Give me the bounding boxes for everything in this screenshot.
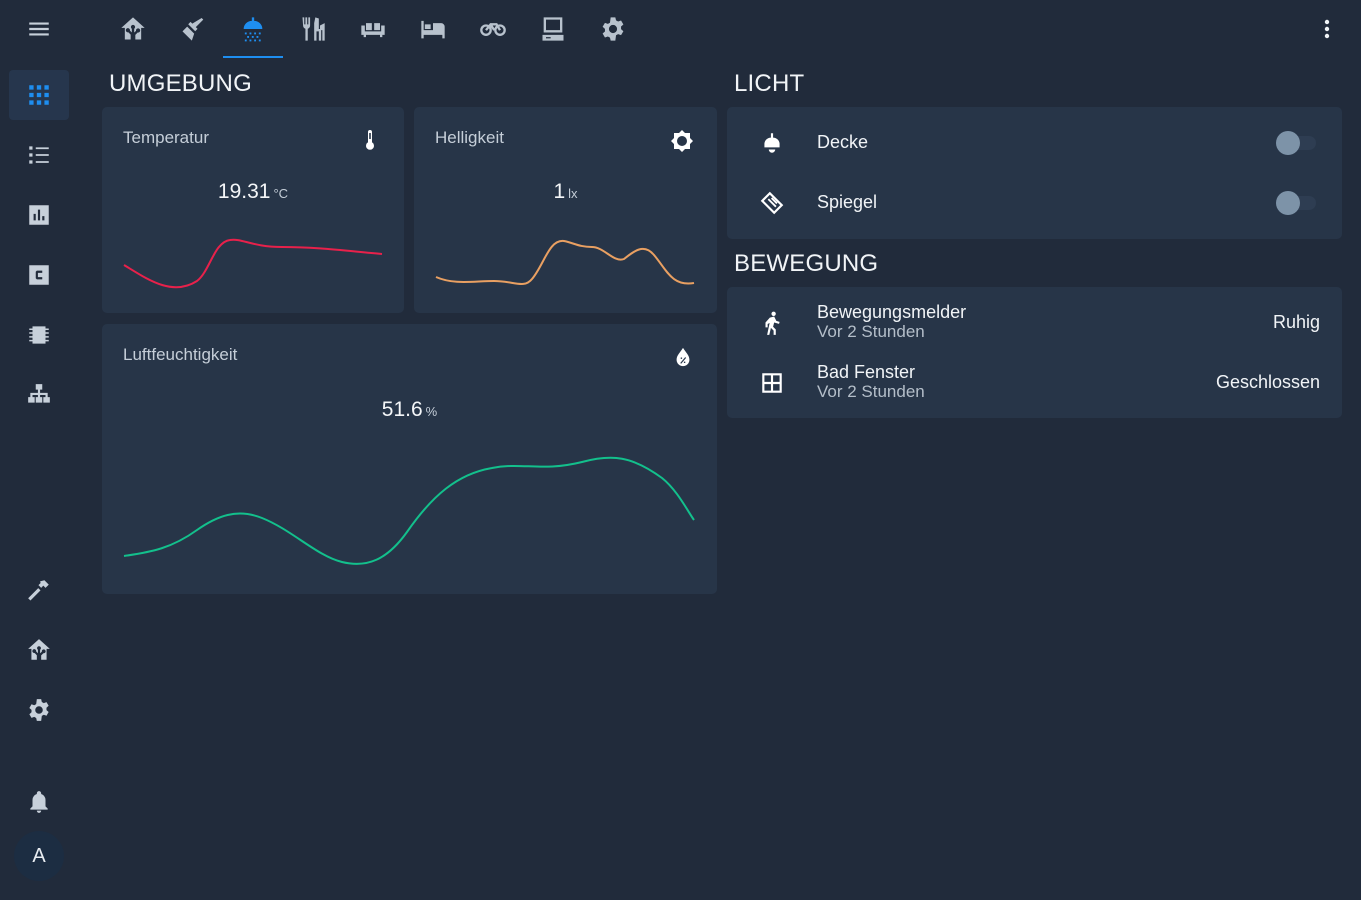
card-title: Temperatur bbox=[123, 128, 209, 147]
brightness-icon bbox=[671, 130, 693, 152]
tab-bathroom[interactable] bbox=[223, 0, 283, 58]
sidebar-item-sitemap[interactable] bbox=[9, 370, 69, 420]
tab-bike[interactable] bbox=[463, 0, 523, 58]
broom-icon bbox=[182, 18, 204, 41]
sidebar: A bbox=[0, 0, 78, 900]
tab-bedroom[interactable] bbox=[403, 0, 463, 58]
light-toggle[interactable] bbox=[1276, 131, 1316, 155]
toggle-knob bbox=[1276, 191, 1300, 215]
menu-toggle-button[interactable] bbox=[19, 14, 59, 44]
sofa-icon bbox=[361, 23, 385, 38]
bike-icon bbox=[480, 23, 506, 37]
sitemap-icon bbox=[28, 384, 50, 403]
hammer-icon bbox=[28, 580, 49, 601]
motion-last-changed: Vor 2 Stunden bbox=[817, 322, 925, 341]
card-value: 51.6% bbox=[102, 398, 717, 422]
grid-icon bbox=[29, 85, 49, 105]
motion-name: Bad Fenster bbox=[817, 362, 916, 382]
tab-settings[interactable] bbox=[583, 0, 643, 58]
bed-icon bbox=[421, 20, 445, 39]
chip-icon bbox=[29, 326, 49, 344]
section-title-licht: LICHT bbox=[734, 70, 805, 97]
tab-home[interactable] bbox=[103, 0, 163, 58]
temperature-graph bbox=[123, 238, 383, 289]
temperature-unit: °C bbox=[273, 186, 289, 201]
motion-state: Geschlossen bbox=[1215, 372, 1320, 392]
motion-row-bad-fenster[interactable]: Bad Fenster Vor 2 Stunden Geschlossen bbox=[727, 352, 1342, 412]
section-title-bewegung: BEWEGUNG bbox=[734, 250, 879, 277]
home-assistant-icon bbox=[121, 17, 145, 40]
light-row-spiegel[interactable]: Spiegel bbox=[727, 172, 1342, 232]
card-title: Helligkeit bbox=[435, 128, 504, 147]
motion-name: Bewegungsmelder bbox=[817, 302, 967, 322]
light-name: Decke bbox=[817, 132, 869, 152]
light-row-decke[interactable]: Decke bbox=[727, 112, 1342, 172]
sidebar-item-overview[interactable] bbox=[9, 70, 69, 120]
tab-living-room[interactable] bbox=[343, 0, 403, 58]
motion-state: Ruhig bbox=[1272, 312, 1320, 332]
ceiling-light-icon bbox=[764, 133, 780, 153]
sidebar-item-code[interactable] bbox=[9, 250, 69, 300]
tab-kitchen[interactable] bbox=[283, 0, 343, 58]
silverware-icon bbox=[302, 17, 325, 41]
brightness-unit: lx bbox=[568, 186, 578, 201]
chart-icon bbox=[29, 205, 49, 225]
avatar-initial: A bbox=[32, 844, 46, 867]
sidebar-item-settings[interactable] bbox=[9, 685, 69, 735]
brightness-value: 1 bbox=[553, 180, 566, 203]
motion-last-changed: Vor 2 Stunden bbox=[817, 382, 925, 401]
dots-vertical-icon bbox=[1324, 19, 1330, 39]
motion-row-bewegungsmelder[interactable]: Bewegungsmelder Vor 2 Stunden Ruhig bbox=[727, 292, 1342, 352]
sidebar-item-home[interactable] bbox=[9, 625, 69, 675]
card-value: 19.31 °C bbox=[102, 180, 404, 204]
thermometer-icon bbox=[366, 130, 374, 150]
humidity-unit: % bbox=[425, 404, 438, 419]
code-c-icon bbox=[29, 265, 49, 285]
user-avatar[interactable]: A bbox=[14, 831, 64, 881]
brightness-sensor-card[interactable]: Helligkeit 1 lx bbox=[414, 107, 717, 313]
toggle-knob bbox=[1276, 131, 1300, 155]
hamburger-icon bbox=[29, 22, 49, 36]
sidebar-item-notifications[interactable] bbox=[9, 777, 69, 827]
shower-icon bbox=[243, 17, 263, 42]
card-title: Luftfeuchtigkeit bbox=[123, 345, 238, 364]
overflow-menu-button[interactable] bbox=[1312, 14, 1342, 44]
light-name: Spiegel bbox=[817, 192, 878, 212]
sidebar-item-chip[interactable] bbox=[9, 310, 69, 360]
mirror-icon bbox=[760, 191, 784, 215]
desktop-icon bbox=[542, 17, 564, 41]
sidebar-item-developer-tools[interactable] bbox=[9, 565, 69, 615]
humidity-value: 51.6 bbox=[381, 398, 423, 421]
bell-icon bbox=[30, 791, 48, 813]
humidity-sensor-card[interactable]: Luftfeuchtigkeit 51.6% bbox=[102, 324, 717, 594]
light-entities-card: Decke Spiegel bbox=[727, 107, 1342, 239]
light-toggle[interactable] bbox=[1276, 191, 1316, 215]
motion-entities-card: Bewegungsmelder Vor 2 Stunden Ruhig Bad … bbox=[727, 287, 1342, 418]
sidebar-item-logbook[interactable] bbox=[9, 130, 69, 180]
temperature-sensor-card[interactable]: Temperatur 19.31 °C bbox=[102, 107, 404, 313]
tab-cleaning[interactable] bbox=[163, 0, 223, 58]
temperature-value: 19.31 bbox=[217, 180, 271, 203]
tab-office[interactable] bbox=[523, 0, 583, 58]
list-icon bbox=[29, 146, 49, 164]
brightness-graph bbox=[435, 239, 695, 286]
window-icon bbox=[762, 373, 782, 393]
card-value: 1 lx bbox=[414, 180, 717, 204]
gear-icon bbox=[602, 17, 624, 41]
section-title-umgebung: UMGEBUNG bbox=[109, 70, 252, 97]
home-assistant-icon bbox=[28, 639, 50, 660]
gear-icon bbox=[29, 699, 49, 721]
sidebar-item-history[interactable] bbox=[9, 190, 69, 240]
walk-icon bbox=[765, 311, 780, 335]
humidity-graph bbox=[123, 456, 695, 565]
water-percent-icon bbox=[676, 347, 690, 367]
